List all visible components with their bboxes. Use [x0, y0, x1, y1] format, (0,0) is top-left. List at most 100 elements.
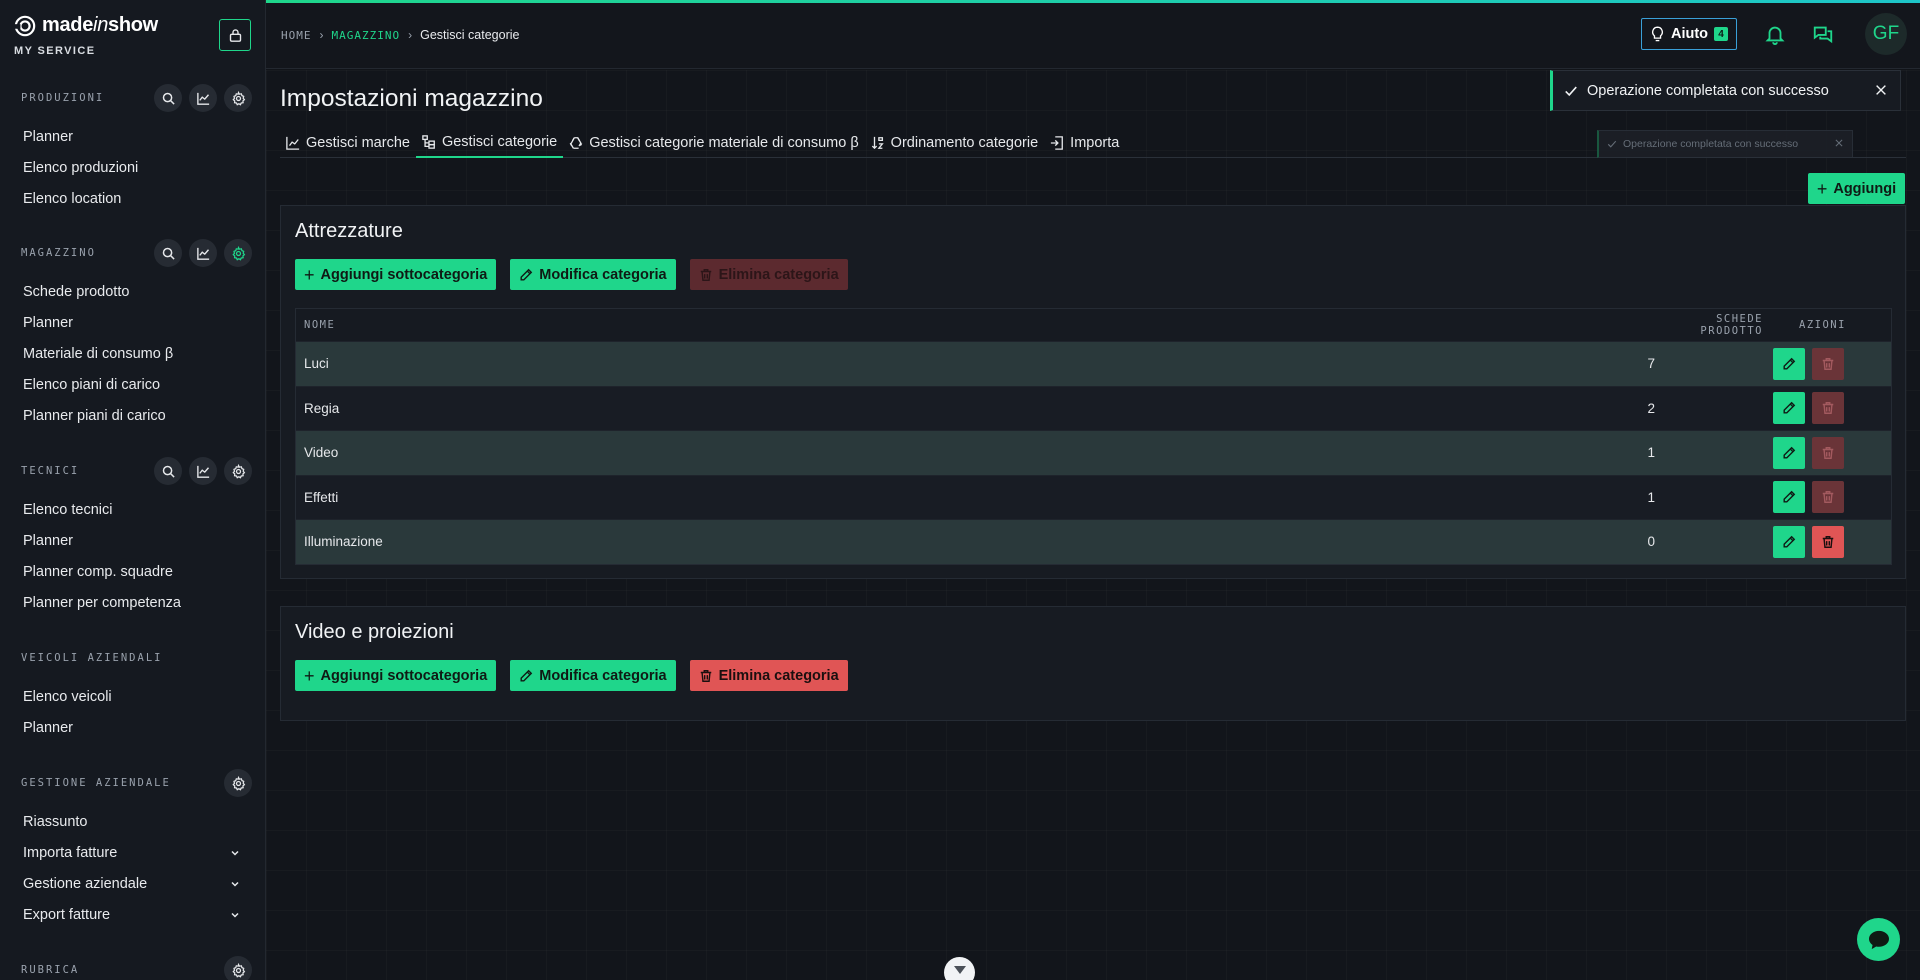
sidebar-item-schede-prodotto[interactable]: Schede prodotto — [0, 276, 265, 307]
settings-button[interactable] — [224, 457, 252, 485]
sidebar-section-veicoli: VEICOLI AZIENDALI Elenco veicoli Planner — [0, 641, 265, 743]
edit-row-button[interactable] — [1773, 436, 1805, 469]
edit-row-button[interactable] — [1773, 347, 1805, 380]
settings-button[interactable] — [224, 84, 252, 112]
row-name: Regia — [304, 400, 340, 416]
section-title: RUBRICA — [21, 964, 80, 976]
search-button[interactable] — [154, 84, 182, 112]
avatar[interactable]: GF — [1865, 13, 1907, 55]
pencil-icon — [1783, 491, 1796, 503]
sidebar-item-gestione-aziendale[interactable]: Gestione aziendale — [0, 868, 265, 899]
sidebar-item-planner[interactable]: Planner — [0, 525, 265, 556]
sidebar-item-label: Importa fatture — [23, 844, 118, 861]
plus-icon: + — [304, 665, 315, 686]
delete-row-button-disabled[interactable] — [1812, 436, 1844, 469]
sidebar-item-elenco-tecnici[interactable]: Elenco tecnici — [0, 494, 265, 525]
table-row: Video 1 — [296, 430, 1891, 475]
help-button[interactable]: Aiuto 4 — [1641, 18, 1737, 50]
sidebar-item-elenco-veicoli[interactable]: Elenco veicoli — [0, 681, 265, 712]
section-title: VEICOLI AZIENDALI — [21, 652, 163, 664]
sidebar-item-materiale-consumo[interactable]: Materiale di consumo β — [0, 338, 265, 369]
close-icon[interactable] — [1834, 138, 1844, 148]
section-title: TECNICI — [21, 465, 80, 477]
button-label: Aggiungi sottocategoria — [320, 667, 488, 684]
sidebar-item-planner[interactable]: Planner — [0, 121, 265, 152]
stats-button[interactable] — [189, 84, 217, 112]
tab-label: Gestisci categorie materiale di consumo … — [589, 135, 859, 151]
table-row: Illuminazione 0 — [296, 519, 1891, 564]
sidebar-item-planner[interactable]: Planner — [0, 712, 265, 743]
help-label: Aiuto — [1670, 26, 1709, 42]
edit-row-button[interactable] — [1773, 392, 1805, 425]
chevron-down-icon — [953, 966, 966, 974]
add-subcategory-button[interactable]: + Aggiungi sottocategoria — [295, 259, 497, 290]
row-name: Illuminazione — [304, 534, 383, 550]
sidebar-item-elenco-produzioni[interactable]: Elenco produzioni — [0, 152, 265, 183]
sidebar-item-planner[interactable]: Planner — [0, 307, 265, 338]
tab-importa[interactable]: Importa — [1044, 128, 1125, 158]
tab-gestisci-categorie[interactable]: Gestisci categorie — [415, 128, 564, 158]
tab-label: Importa — [1070, 135, 1120, 151]
row-count: 1 — [1647, 489, 1655, 505]
sidebar-item-planner-competenza[interactable]: Planner per competenza — [0, 587, 265, 618]
delete-row-button[interactable] — [1812, 525, 1844, 558]
add-subcategory-button[interactable]: + Aggiungi sottocategoria — [295, 660, 497, 691]
scroll-down-handle[interactable] — [944, 957, 975, 980]
settings-button-active[interactable] — [224, 239, 252, 267]
sidebar-item-label: Planner — [23, 314, 73, 331]
sidebar-item-export-fatture[interactable]: Export fatture — [0, 899, 265, 930]
sidebar-item-planner-piani-carico[interactable]: Planner piani di carico — [0, 400, 265, 431]
edit-category-button[interactable]: Modifica categoria — [510, 660, 676, 691]
tab-label: Ordinamento categorie — [890, 135, 1039, 151]
sidebar-item-elenco-location[interactable]: Elenco location — [0, 183, 265, 214]
tab-ordinamento-categorie[interactable]: Ordinamento categorie — [865, 128, 1045, 158]
edit-category-button[interactable]: Modifica categoria — [510, 259, 676, 290]
sidebar-item-label: Planner comp. squadre — [23, 563, 173, 580]
success-toast-fading: Operazione completata con successo — [1597, 130, 1853, 158]
settings-button[interactable] — [224, 956, 252, 980]
sidebar-section-gestione: GESTIONE AZIENDALE Riassunto Importa fat… — [0, 766, 265, 930]
chat-bubbles-icon[interactable] — [1812, 23, 1834, 45]
sidebar-section-magazzino: MAGAZZINO Schede prodotto Planner Materi… — [0, 236, 265, 431]
delete-category-button[interactable]: Elimina categoria — [689, 660, 848, 691]
close-icon[interactable] — [1874, 83, 1888, 97]
sidebar-item-elenco-piani-carico[interactable]: Elenco piani di carico — [0, 369, 265, 400]
settings-button[interactable] — [224, 769, 252, 797]
delete-row-button-disabled[interactable] — [1812, 392, 1844, 425]
search-button[interactable] — [154, 239, 182, 267]
tab-gestisci-marche[interactable]: Gestisci marche — [280, 128, 416, 158]
sidebar-section-rubrica: RUBRICA — [0, 953, 265, 980]
main-content: Impostazioni magazzino Gestisci marche G… — [266, 70, 1920, 980]
top-header: HOME › MAGAZZINO › Gestisci categorie Ai… — [266, 3, 1920, 69]
lightbulb-icon — [1652, 26, 1663, 41]
stats-button[interactable] — [189, 457, 217, 485]
edit-row-button[interactable] — [1773, 481, 1805, 514]
breadcrumb-home[interactable]: HOME — [281, 29, 312, 42]
edit-row-button[interactable] — [1773, 525, 1805, 558]
delete-row-button-disabled[interactable] — [1812, 347, 1844, 380]
add-label: Aggiungi — [1833, 180, 1897, 197]
column-header-name: NOME — [304, 319, 336, 331]
delete-category-button-disabled[interactable]: Elimina categoria — [689, 259, 848, 290]
search-button[interactable] — [154, 457, 182, 485]
row-count: 1 — [1647, 445, 1655, 461]
support-chat-button[interactable] — [1857, 918, 1900, 961]
delete-row-button-disabled[interactable] — [1812, 481, 1844, 514]
sidebar-item-planner-comp-squadre[interactable]: Planner comp. squadre — [0, 556, 265, 587]
sort-icon — [871, 136, 884, 150]
breadcrumb-magazzino[interactable]: MAGAZZINO — [332, 29, 401, 42]
section-title: MAGAZZINO — [21, 247, 96, 259]
lock-button[interactable] — [219, 19, 251, 51]
sidebar-section-produzioni: PRODUZIONI Planner Elenco produzioni Ele… — [0, 81, 265, 214]
add-category-button[interactable]: + Aggiungi — [1808, 173, 1905, 204]
table-row: Luci 7 — [296, 341, 1891, 386]
sidebar-item-label: Planner per competenza — [23, 594, 181, 611]
stats-button[interactable] — [189, 239, 217, 267]
tab-categorie-materiale-consumo[interactable]: Gestisci categorie materiale di consumo … — [563, 128, 864, 158]
sidebar-item-riassunto[interactable]: Riassunto — [0, 806, 265, 837]
search-icon — [162, 465, 175, 478]
bell-icon[interactable] — [1764, 23, 1786, 45]
brand[interactable]: madeinshow MY SERVICE — [14, 14, 158, 57]
sidebar-item-importa-fatture[interactable]: Importa fatture — [0, 837, 265, 868]
toast-message: Operazione completata con successo — [1587, 82, 1829, 99]
